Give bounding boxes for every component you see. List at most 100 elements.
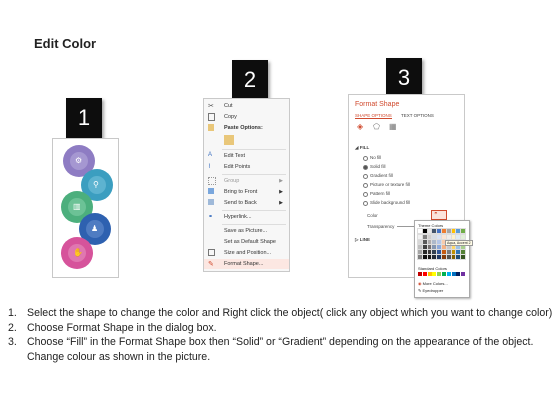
theme-color-swatch[interactable] <box>445 228 452 234</box>
theme-color-swatch[interactable] <box>450 254 457 260</box>
menu-item-cut[interactable]: ✂ Cut <box>204 101 289 111</box>
menu-item-edit-text[interactable]: A Edit Text <box>204 151 289 161</box>
menu-item-size-and-position[interactable]: Size and Position... <box>204 248 289 258</box>
menu-item-set-default-shape[interactable]: Set as Default Shape <box>204 237 289 247</box>
theme-color-swatch[interactable] <box>431 244 438 250</box>
theme-color-swatch[interactable] <box>426 244 433 250</box>
theme-color-swatch[interactable] <box>417 249 423 255</box>
theme-color-swatch[interactable] <box>431 234 438 240</box>
standard-color-swatch[interactable] <box>427 272 432 276</box>
size-properties-icon[interactable]: ▦ <box>389 123 397 131</box>
theme-color-swatch[interactable] <box>417 228 423 234</box>
effects-icon[interactable]: ⬠ <box>373 123 381 131</box>
format-shape-title: Format Shape <box>355 101 400 108</box>
theme-color-swatch[interactable] <box>417 234 423 240</box>
radio-solid-fill[interactable] <box>363 165 368 170</box>
theme-color-swatch[interactable] <box>441 228 447 234</box>
submenu-arrow-icon: ▶ <box>279 189 283 195</box>
menu-item-bring-to-front[interactable]: Bring to Front ▶ <box>204 187 289 197</box>
theme-color-swatch[interactable] <box>455 249 462 255</box>
no-fill-label: No fill <box>370 155 382 160</box>
theme-color-swatch[interactable] <box>460 249 467 255</box>
theme-color-swatch[interactable] <box>450 228 457 234</box>
menu-item-save-as-picture[interactable]: Save as Picture... <box>204 226 289 236</box>
standard-color-swatch[interactable] <box>461 272 466 276</box>
paste-option-icon[interactable] <box>224 135 234 145</box>
standard-color-swatch[interactable] <box>418 272 422 276</box>
eyedropper-option[interactable]: ✎ Eyedropper <box>418 288 443 293</box>
menu-item-group[interactable]: Group ▶ <box>204 176 289 186</box>
standard-color-swatch[interactable] <box>446 272 451 276</box>
theme-color-swatch[interactable] <box>421 254 428 260</box>
theme-color-swatch[interactable] <box>421 239 428 245</box>
theme-color-swatch[interactable] <box>455 254 462 260</box>
menu-item-send-to-back[interactable]: Send to Back ▶ <box>204 198 289 208</box>
tab-text-options[interactable]: TEXT OPTIONS <box>401 113 434 118</box>
color-tooltip: Aqua, Accent 2 <box>445 240 473 246</box>
standard-color-swatch[interactable] <box>456 272 461 276</box>
theme-color-swatch[interactable] <box>436 254 443 260</box>
theme-color-swatch[interactable] <box>445 254 452 260</box>
standard-color-swatch[interactable] <box>442 272 446 276</box>
shapes-selection-panel[interactable]: ⚙ ⚲ ▥ ♟ ✋ <box>52 138 119 278</box>
menu-item-copy[interactable]: Copy <box>204 112 289 122</box>
thumbs-up-icon: ✋ <box>73 248 83 257</box>
instructions-list: 1. Select the shape to change the color … <box>8 306 554 364</box>
building-icon: ▥ <box>73 202 81 211</box>
theme-color-swatch[interactable] <box>450 249 457 255</box>
radio-pattern-fill[interactable] <box>363 192 368 197</box>
menu-item-format-shape[interactable]: ✎ Format Shape... <box>204 259 289 269</box>
menu-item-edit-points[interactable]: ⌇ Edit Points <box>204 162 289 172</box>
line-section-header[interactable]: ▷ LINE <box>355 237 370 243</box>
theme-color-swatch[interactable] <box>431 239 438 245</box>
theme-color-swatch[interactable] <box>436 228 443 234</box>
theme-color-swatch[interactable] <box>431 249 438 255</box>
theme-color-swatch[interactable] <box>417 254 423 260</box>
theme-color-swatch[interactable] <box>441 249 447 255</box>
context-menu: ✂ Cut Copy Paste Options: A Edit Text ⌇ … <box>203 98 290 272</box>
fill-section-header[interactable]: ◢ FILL <box>355 145 369 151</box>
theme-color-swatch[interactable] <box>460 234 467 240</box>
theme-color-swatch[interactable] <box>436 244 443 250</box>
theme-color-swatch[interactable] <box>436 234 443 240</box>
theme-color-swatch[interactable] <box>426 249 433 255</box>
theme-color-swatch[interactable] <box>421 234 428 240</box>
standard-color-swatch[interactable] <box>451 272 456 276</box>
theme-color-swatch[interactable] <box>426 234 433 240</box>
theme-color-swatch[interactable] <box>426 239 433 245</box>
theme-color-swatch[interactable] <box>417 239 423 245</box>
radio-no-fill[interactable] <box>363 156 368 161</box>
color-picker-button[interactable]: ◓ <box>431 210 447 220</box>
theme-color-swatch[interactable] <box>431 228 438 234</box>
radio-picture-fill[interactable] <box>363 183 368 188</box>
theme-color-swatch[interactable] <box>450 234 457 240</box>
radio-gradient-fill[interactable] <box>363 174 368 179</box>
theme-color-swatch[interactable] <box>455 228 462 234</box>
theme-color-swatch[interactable] <box>421 244 428 250</box>
fill-line-icon[interactable]: ◈ <box>357 123 365 131</box>
theme-color-swatch[interactable] <box>421 228 428 234</box>
theme-color-swatch[interactable] <box>460 254 467 260</box>
menu-item-hyperlink[interactable]: ⚭ Hyperlink... <box>204 212 289 222</box>
theme-color-swatch[interactable] <box>426 228 433 234</box>
tab-shape-options[interactable]: SHAPE OPTIONS <box>355 113 392 119</box>
theme-color-swatch[interactable] <box>441 254 447 260</box>
theme-color-swatch[interactable] <box>445 249 452 255</box>
page-title: Edit Color <box>34 36 97 51</box>
theme-color-swatch[interactable] <box>455 234 462 240</box>
theme-color-swatch[interactable] <box>460 228 467 234</box>
theme-color-swatch[interactable] <box>436 239 443 245</box>
theme-color-swatch[interactable] <box>426 254 433 260</box>
standard-color-swatch[interactable] <box>437 272 442 276</box>
theme-color-swatch[interactable] <box>445 234 452 240</box>
theme-color-swatch[interactable] <box>441 234 447 240</box>
theme-color-swatch[interactable] <box>421 249 428 255</box>
theme-color-swatch[interactable] <box>417 244 423 250</box>
theme-color-swatch[interactable] <box>431 254 438 260</box>
theme-color-swatch[interactable] <box>436 249 443 255</box>
standard-color-swatch[interactable] <box>422 272 427 276</box>
radio-slide-background-fill[interactable] <box>363 201 368 206</box>
shape-circle-pink[interactable]: ✋ <box>61 237 93 269</box>
standard-color-swatch[interactable] <box>432 272 437 276</box>
more-colors-option[interactable]: ◉ More Colors... <box>418 281 448 286</box>
